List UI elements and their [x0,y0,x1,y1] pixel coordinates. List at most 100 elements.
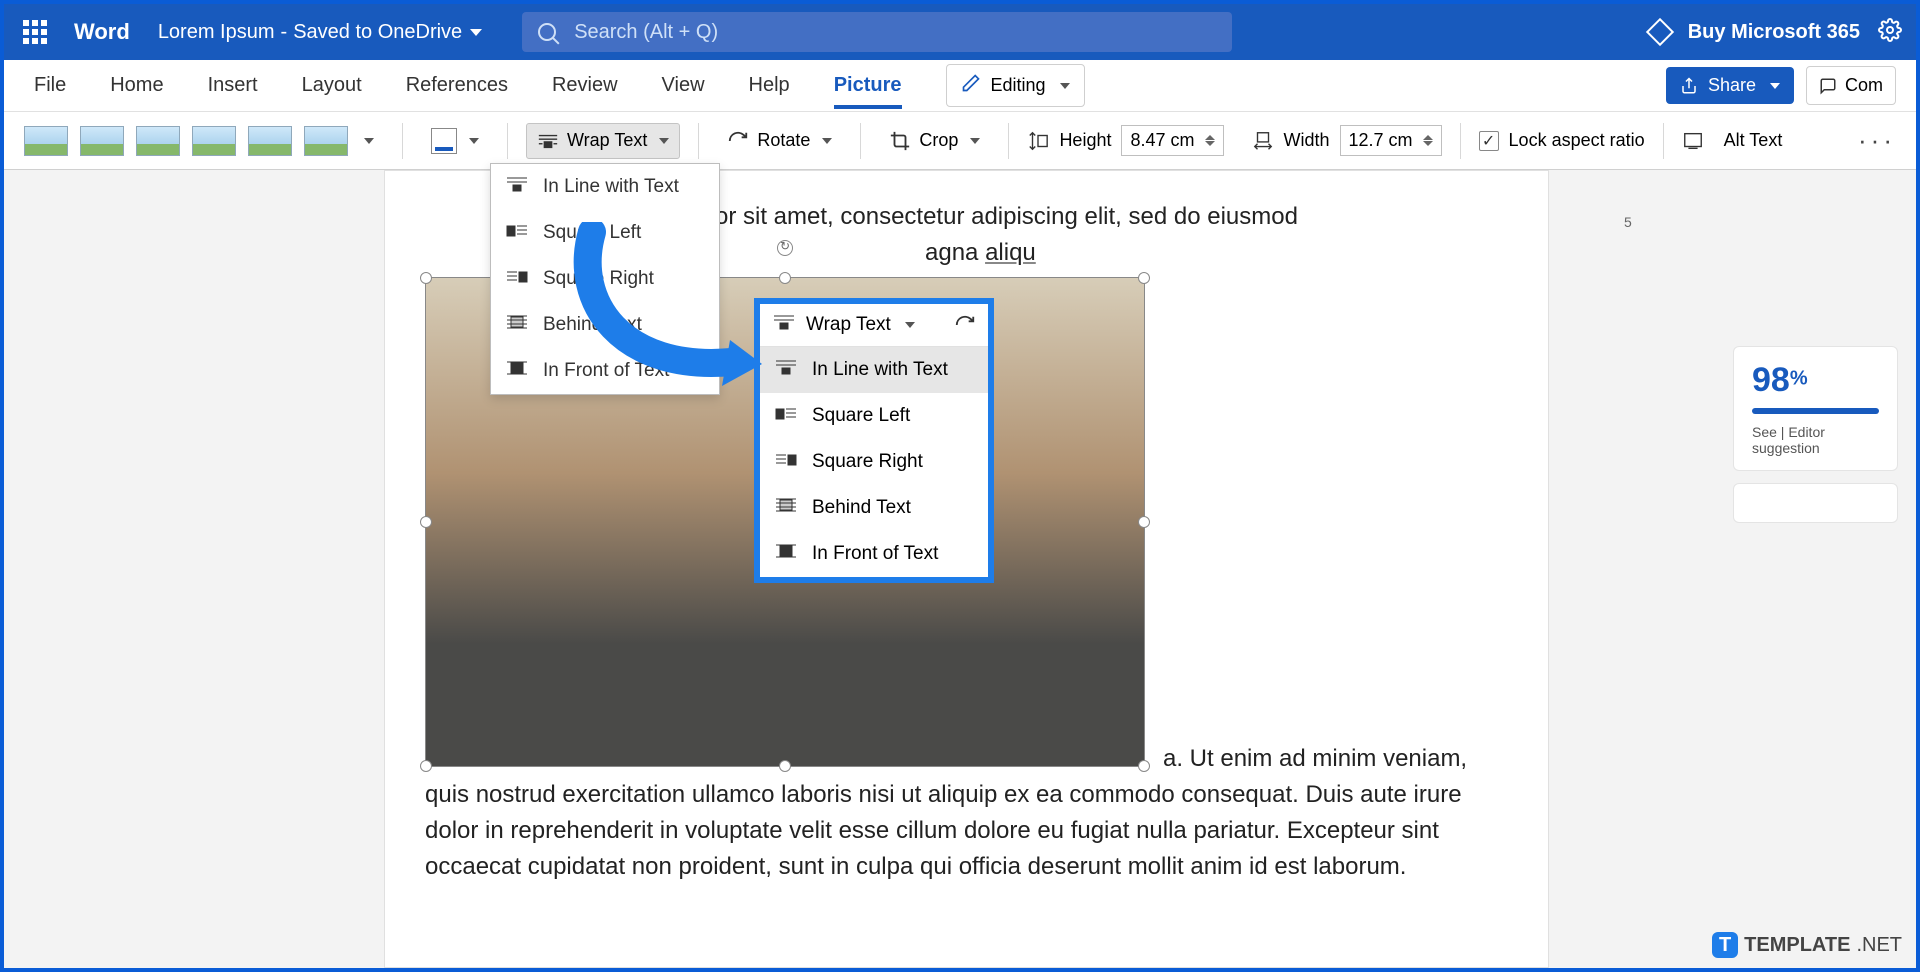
settings-icon[interactable] [1878,18,1902,47]
spinner-icon[interactable] [1205,135,1215,146]
separator [1008,123,1009,159]
editor-panel-item[interactable] [1733,483,1898,523]
crop-icon [889,130,911,152]
tab-view[interactable]: View [662,62,705,109]
chevron-down-icon [905,322,915,328]
picture-border-button[interactable] [421,122,489,160]
editor-subtext: See | Editor suggestion [1752,424,1879,456]
tab-insert[interactable]: Insert [208,62,258,109]
resize-handle[interactable] [420,272,432,284]
resize-handle[interactable] [420,516,432,528]
wrap-square-left-icon [774,403,798,429]
callout-option-inline[interactable]: In Line with Text [760,347,988,393]
chevron-down-icon [822,138,832,144]
annotation-arrow-icon [562,222,762,402]
alt-text-label: Alt Text [1724,130,1783,151]
tab-file[interactable]: File [34,62,66,109]
style-thumb[interactable] [248,126,292,156]
height-icon [1027,130,1049,152]
width-input[interactable]: 12.7 cm [1340,125,1442,156]
more-options-icon[interactable]: ··· [1858,125,1896,156]
editor-panel: 98% See | Editor suggestion [1733,346,1898,523]
callout-option-behind[interactable]: Behind Text [760,485,988,531]
rotate-handle[interactable] [777,240,793,256]
wrap-front-icon [774,541,798,567]
chevron-down-icon[interactable] [364,138,374,144]
wrap-option-inline[interactable]: In Line with Text [491,164,719,210]
ribbon-tabs: File Home Insert Layout References Revie… [4,60,1916,112]
app-launcher-icon[interactable] [14,11,56,53]
comments-button[interactable]: Com [1806,66,1896,105]
saved-location-dropdown[interactable]: Saved to OneDrive [293,21,482,44]
resize-handle[interactable] [1138,760,1150,772]
style-thumb[interactable] [136,126,180,156]
width-label: Width [1284,130,1330,151]
spinner-icon[interactable] [1423,135,1433,146]
separator [1663,123,1664,159]
editor-score-box[interactable]: 98% See | Editor suggestion [1733,346,1898,471]
wrap-square-right-icon [774,449,798,475]
style-thumb[interactable] [192,126,236,156]
chevron-down-icon [1770,83,1780,89]
watermark-text-b: .NET [1856,934,1902,957]
style-thumb[interactable] [24,126,68,156]
lock-aspect-label: Lock aspect ratio [1509,130,1645,151]
search-box[interactable]: Search (Alt + Q) [522,12,1232,52]
editing-mode-button[interactable]: Editing [946,64,1085,107]
resize-handle[interactable] [420,760,432,772]
text-run-underlined: aliqu [985,239,1036,266]
wrap-square-left-icon [505,220,529,246]
height-input[interactable]: 8.47 cm [1121,125,1223,156]
wrap-text-floating-callout: Wrap Text In Line with Text Square Left … [754,298,994,583]
watermark: T TEMPLATE .NET [1712,932,1902,958]
rotate-icon[interactable] [954,314,976,336]
callout-option-front[interactable]: In Front of Text [760,531,988,577]
style-thumb[interactable] [80,126,124,156]
comments-label: Com [1845,75,1883,96]
alt-text-button[interactable]: Alt Text [1714,124,1793,157]
tab-home[interactable]: Home [110,62,163,109]
resize-handle[interactable] [779,272,791,284]
watermark-text-a: TEMPLATE [1744,934,1850,957]
chevron-down-icon [1060,83,1070,89]
chevron-down-icon [659,138,669,144]
tab-help[interactable]: Help [749,62,790,109]
callout-header-label: Wrap Text [806,314,891,336]
percent-icon: % [1790,368,1808,390]
resize-handle[interactable] [1138,516,1150,528]
chevron-down-icon [470,29,482,36]
document-name[interactable]: Lorem Ipsum [158,21,275,44]
callout-option-square-left[interactable]: Square Left [760,393,988,439]
border-color-icon [431,128,457,154]
height-label: Height [1059,130,1111,151]
ribbon-toolbar: Wrap Text Rotate Crop Height 8.47 cm Wid… [4,112,1916,170]
resize-handle[interactable] [779,760,791,772]
tab-picture[interactable]: Picture [834,62,902,109]
comment-icon [1819,77,1837,95]
crop-button[interactable]: Crop [879,124,990,158]
picture-styles-gallery[interactable] [24,126,374,156]
rotate-label: Rotate [757,130,810,151]
rotate-button[interactable]: Rotate [717,124,842,158]
tab-references[interactable]: References [406,62,508,109]
width-value: 12.7 cm [1349,130,1413,151]
style-thumb[interactable] [304,126,348,156]
callout-header[interactable]: Wrap Text [760,304,988,347]
watermark-logo-icon: T [1712,932,1738,958]
share-button[interactable]: Share [1666,67,1794,104]
option-label: Square Left [812,405,910,427]
share-icon [1680,77,1698,95]
tab-review[interactable]: Review [552,62,618,109]
callout-option-square-right[interactable]: Square Right [760,439,988,485]
separator [402,123,403,159]
lock-aspect-checkbox[interactable] [1479,131,1499,151]
pen-icon [961,73,981,98]
buy-365-link[interactable]: Buy Microsoft 365 [1688,21,1860,44]
option-label: In Line with Text [543,176,679,198]
share-label: Share [1708,75,1756,96]
wrap-text-button[interactable]: Wrap Text [526,123,680,159]
tab-layout[interactable]: Layout [302,62,362,109]
premium-icon [1646,18,1674,46]
ruler-mark: 5 [1624,214,1632,230]
resize-handle[interactable] [1138,272,1150,284]
